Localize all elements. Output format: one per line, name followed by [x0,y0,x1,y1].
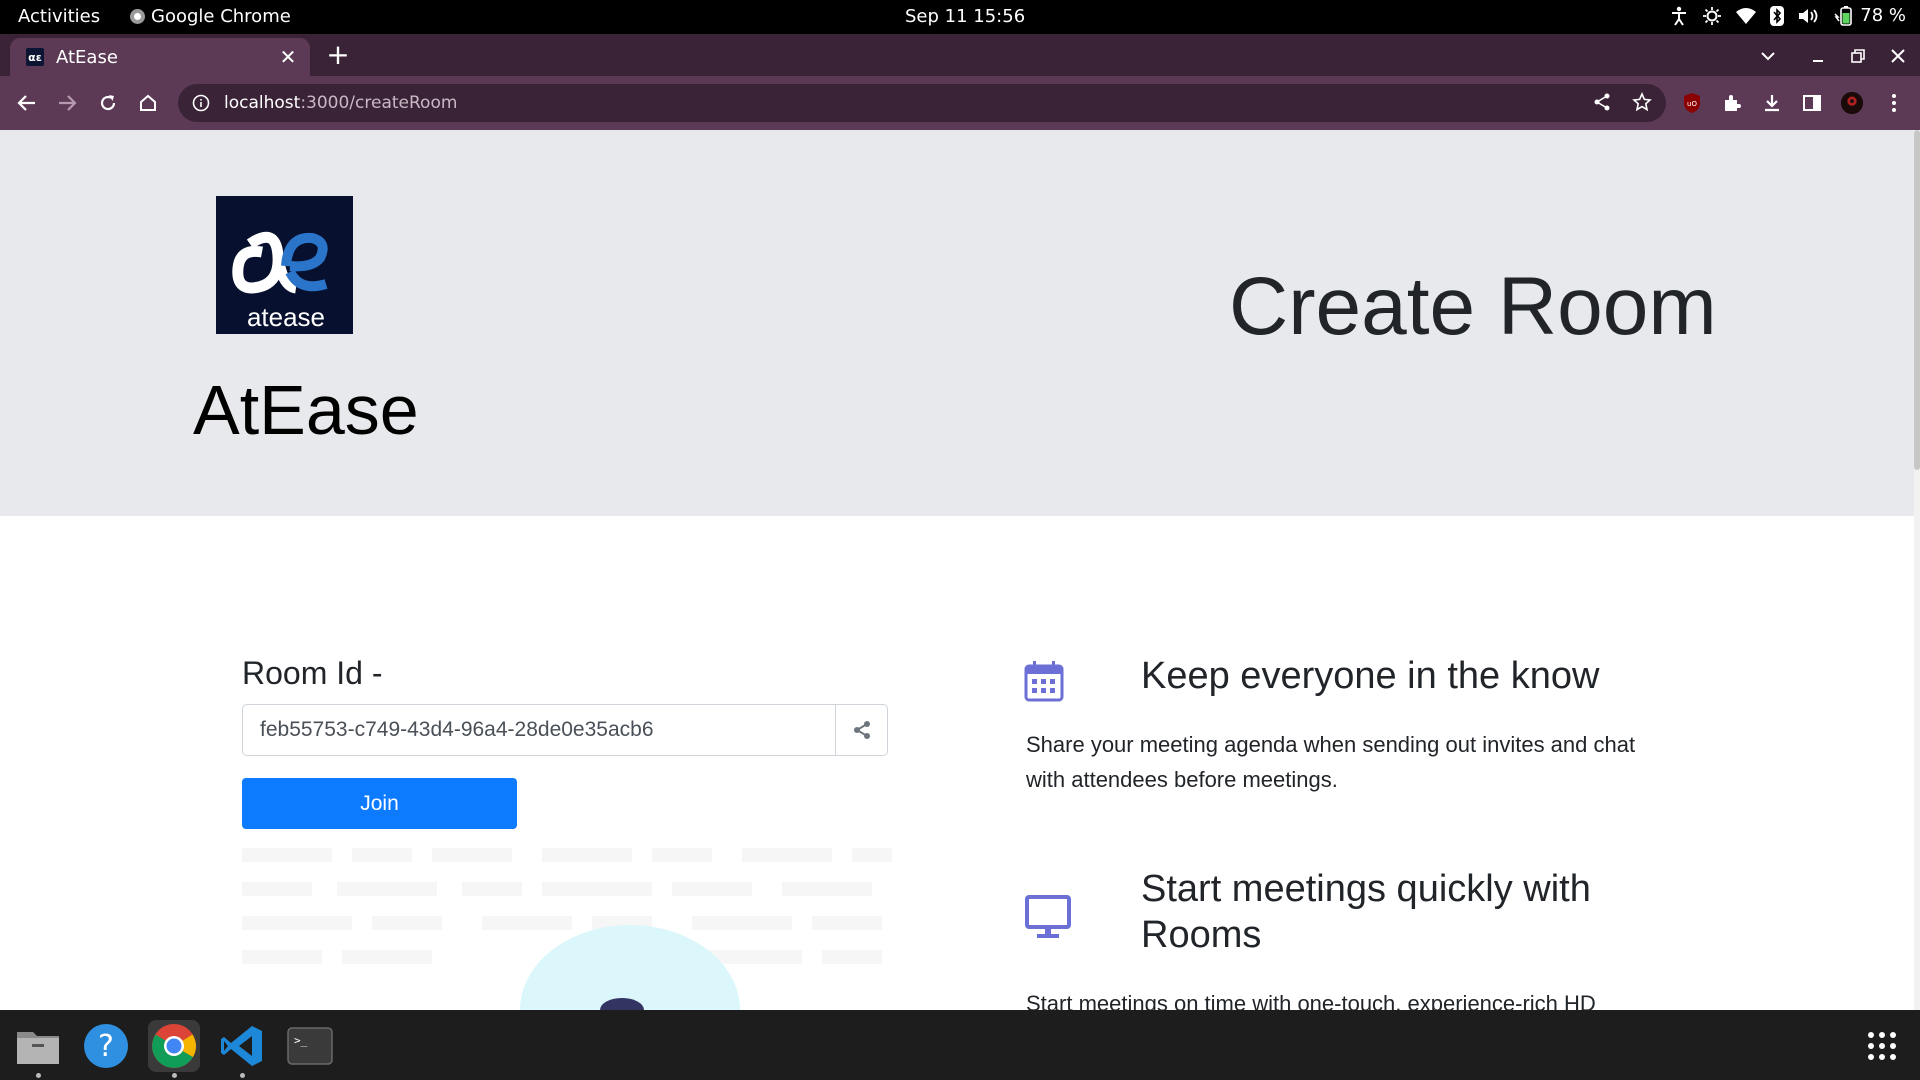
running-indicator [239,1073,245,1078]
site-info-icon[interactable] [192,94,210,112]
share-room-button[interactable] [835,705,887,755]
vscode-icon[interactable] [216,1020,268,1078]
clock[interactable]: Sep 11 15:56 [905,6,1025,27]
meeting-illustration [242,840,892,1010]
calendar-icon [1024,660,1064,706]
forward-icon[interactable] [55,91,79,115]
window-close-icon[interactable] [1886,44,1910,68]
feature-title-continued: Rooms [1141,914,1262,956]
feature-title: Start meetings quickly with [1141,868,1591,910]
close-icon[interactable]: ✕ [276,45,300,69]
terminal-prompt: >_ [294,1034,308,1047]
scrollbar-thumb[interactable] [1914,130,1920,470]
files-icon[interactable] [12,1020,64,1078]
join-button[interactable]: Join [242,778,517,829]
reload-icon[interactable] [96,91,120,115]
tab-strip: αε AtEase ✕ + [0,34,1920,76]
terminal-icon[interactable]: >_ [284,1020,336,1072]
chrome-menu-icon[interactable] [1882,91,1906,115]
download-icon[interactable] [1760,91,1784,115]
back-icon[interactable] [15,91,39,115]
new-tab-button[interactable]: + [324,41,352,70]
volume-icon [1799,8,1818,23]
page-content: atease AtEase Create Room Room Id - Join [0,130,1914,1010]
monitor-icon [1024,894,1072,944]
svg-text:uO: uO [1687,100,1697,108]
battery-percent: 78 % [1860,5,1906,26]
feature-text: Share your meeting agenda when sending o… [1026,732,1636,792]
activities-button[interactable]: Activities [18,6,100,27]
tab-search-icon[interactable] [1756,44,1780,68]
bluetooth-icon [1770,5,1785,26]
running-indicator [171,1073,177,1078]
system-tray[interactable]: 78 % [1670,5,1906,26]
room-id-group [242,704,888,756]
bookmark-star-icon[interactable] [1632,92,1652,112]
night-light-icon [1703,6,1722,25]
svg-text:?: ? [98,1029,114,1064]
brand-name: AtEase [193,371,419,449]
app-menu-label: Google Chrome [151,6,291,27]
browser-toolbar: localhost:3000/createRoom uO [0,76,1920,130]
ublock-icon[interactable]: uO [1680,91,1704,115]
profile-avatar[interactable] [1840,91,1864,115]
battery-icon [1834,5,1853,26]
app-menu[interactable]: Google Chrome [130,6,291,27]
restore-icon[interactable] [1846,44,1870,68]
room-id-input[interactable] [243,705,835,755]
url-path: :3000/createRoom [300,93,458,113]
room-id-label: Room Id - [242,655,383,691]
minimize-icon[interactable] [1806,44,1830,68]
share-icon [853,721,870,739]
hero-banner: atease AtEase Create Room [0,130,1914,516]
side-panel-icon[interactable] [1800,91,1824,115]
feature-title: Keep everyone in the know [1141,655,1600,697]
tab-title: AtEase [56,46,118,68]
app-grid-icon[interactable] [1856,1020,1908,1072]
extensions-icon[interactable] [1720,91,1744,115]
feature-text: Start meetings on time with one-touch, e… [1026,991,1596,1010]
chrome-icon[interactable] [148,1020,200,1078]
page-title: Create Room [1229,261,1717,352]
dock: ? >_ [0,1010,1920,1080]
accessibility-icon [1672,6,1687,26]
share-page-icon[interactable] [1592,92,1612,112]
page-scrollbar[interactable] [1914,130,1920,1010]
running-indicator [35,1073,41,1078]
battery-indicator: 78 % [1834,5,1906,26]
system-top-bar: Activities Google Chrome Sep 11 15:56 78… [0,0,1920,34]
tab-ateease[interactable]: αε AtEase ✕ [10,38,310,76]
home-icon[interactable] [136,91,160,115]
address-bar[interactable]: localhost:3000/createRoom [178,84,1666,122]
ateease-logo: atease [216,196,353,334]
chrome-small-icon [130,9,145,24]
logo-wordmark: atease [247,302,325,332]
wifi-icon [1736,7,1757,24]
help-icon[interactable]: ? [80,1020,132,1072]
favicon: αε [26,48,44,66]
url-host: localhost [224,93,301,113]
